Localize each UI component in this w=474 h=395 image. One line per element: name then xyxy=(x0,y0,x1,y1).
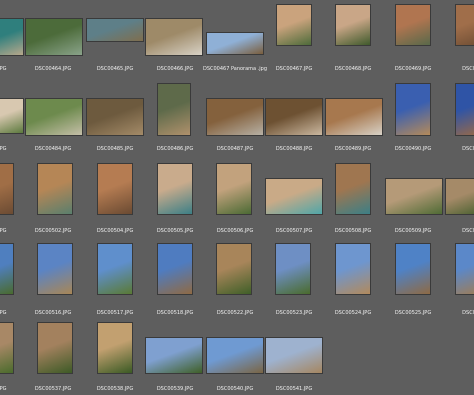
thumbnail-image[interactable] xyxy=(335,4,371,46)
thumbnail-image[interactable] xyxy=(385,178,443,215)
thumbnail-image[interactable] xyxy=(0,98,24,134)
thumbnail-image[interactable] xyxy=(216,243,252,295)
thumbnail-image[interactable] xyxy=(335,243,371,295)
thumbnail-image[interactable] xyxy=(157,163,193,215)
thumbnail-filename[interactable]: DSC00... xyxy=(428,310,474,316)
thumbnail-image[interactable] xyxy=(455,83,474,136)
thumbnail-image[interactable] xyxy=(275,243,311,295)
thumbnail-image[interactable] xyxy=(145,18,203,56)
thumbnail-image[interactable] xyxy=(86,18,144,42)
thumbnail-image[interactable] xyxy=(97,322,133,374)
thumbnail-image[interactable] xyxy=(335,163,371,215)
thumbnail-filename[interactable]: DSC00... xyxy=(428,146,474,152)
thumbnail-image[interactable] xyxy=(37,163,73,215)
thumbnail-image[interactable] xyxy=(0,322,14,374)
thumbnail-image[interactable] xyxy=(206,98,264,136)
thumbnail-image[interactable] xyxy=(145,337,203,374)
thumbnail-image[interactable] xyxy=(395,4,431,46)
thumbnail-image[interactable] xyxy=(216,163,252,215)
thumbnail-image[interactable] xyxy=(455,243,474,295)
thumbnail-filename[interactable]: DSC00... xyxy=(428,66,474,72)
thumbnail-image[interactable] xyxy=(86,98,144,136)
thumbnail-image[interactable] xyxy=(395,83,431,136)
thumbnail-image[interactable] xyxy=(206,337,264,374)
thumbnail-image[interactable] xyxy=(157,243,193,295)
thumbnail-image[interactable] xyxy=(37,322,73,374)
thumbnail-image[interactable] xyxy=(97,243,133,295)
thumbnail-image[interactable] xyxy=(325,98,383,136)
thumbnail-image[interactable] xyxy=(0,163,14,215)
thumbnail-image[interactable] xyxy=(276,4,312,46)
thumbnail-image[interactable] xyxy=(25,18,83,56)
thumbnail-image[interactable] xyxy=(157,83,191,136)
thumbnail-image[interactable] xyxy=(265,178,323,215)
thumbnail-image[interactable] xyxy=(25,98,83,136)
thumbnail-image[interactable] xyxy=(37,243,73,295)
thumbnail-image[interactable] xyxy=(265,98,323,136)
thumbnail-image[interactable] xyxy=(0,18,24,56)
thumbnail-image[interactable] xyxy=(445,178,474,215)
thumbnail-filename[interactable]: DSC00541.JPG xyxy=(249,386,339,392)
thumbnail-image[interactable] xyxy=(0,243,14,295)
file-browser-thumbnail-grid: { "thumbnails": [ {"caption": "...JPG", … xyxy=(0,0,474,395)
thumbnail-image[interactable] xyxy=(455,4,474,46)
thumbnail-image[interactable] xyxy=(97,163,133,215)
thumbnail-image[interactable] xyxy=(395,243,431,295)
thumbnail-image[interactable] xyxy=(265,337,323,374)
thumbnail-filename[interactable]: DSC00... xyxy=(428,228,474,234)
thumbnail-image[interactable] xyxy=(206,32,264,55)
